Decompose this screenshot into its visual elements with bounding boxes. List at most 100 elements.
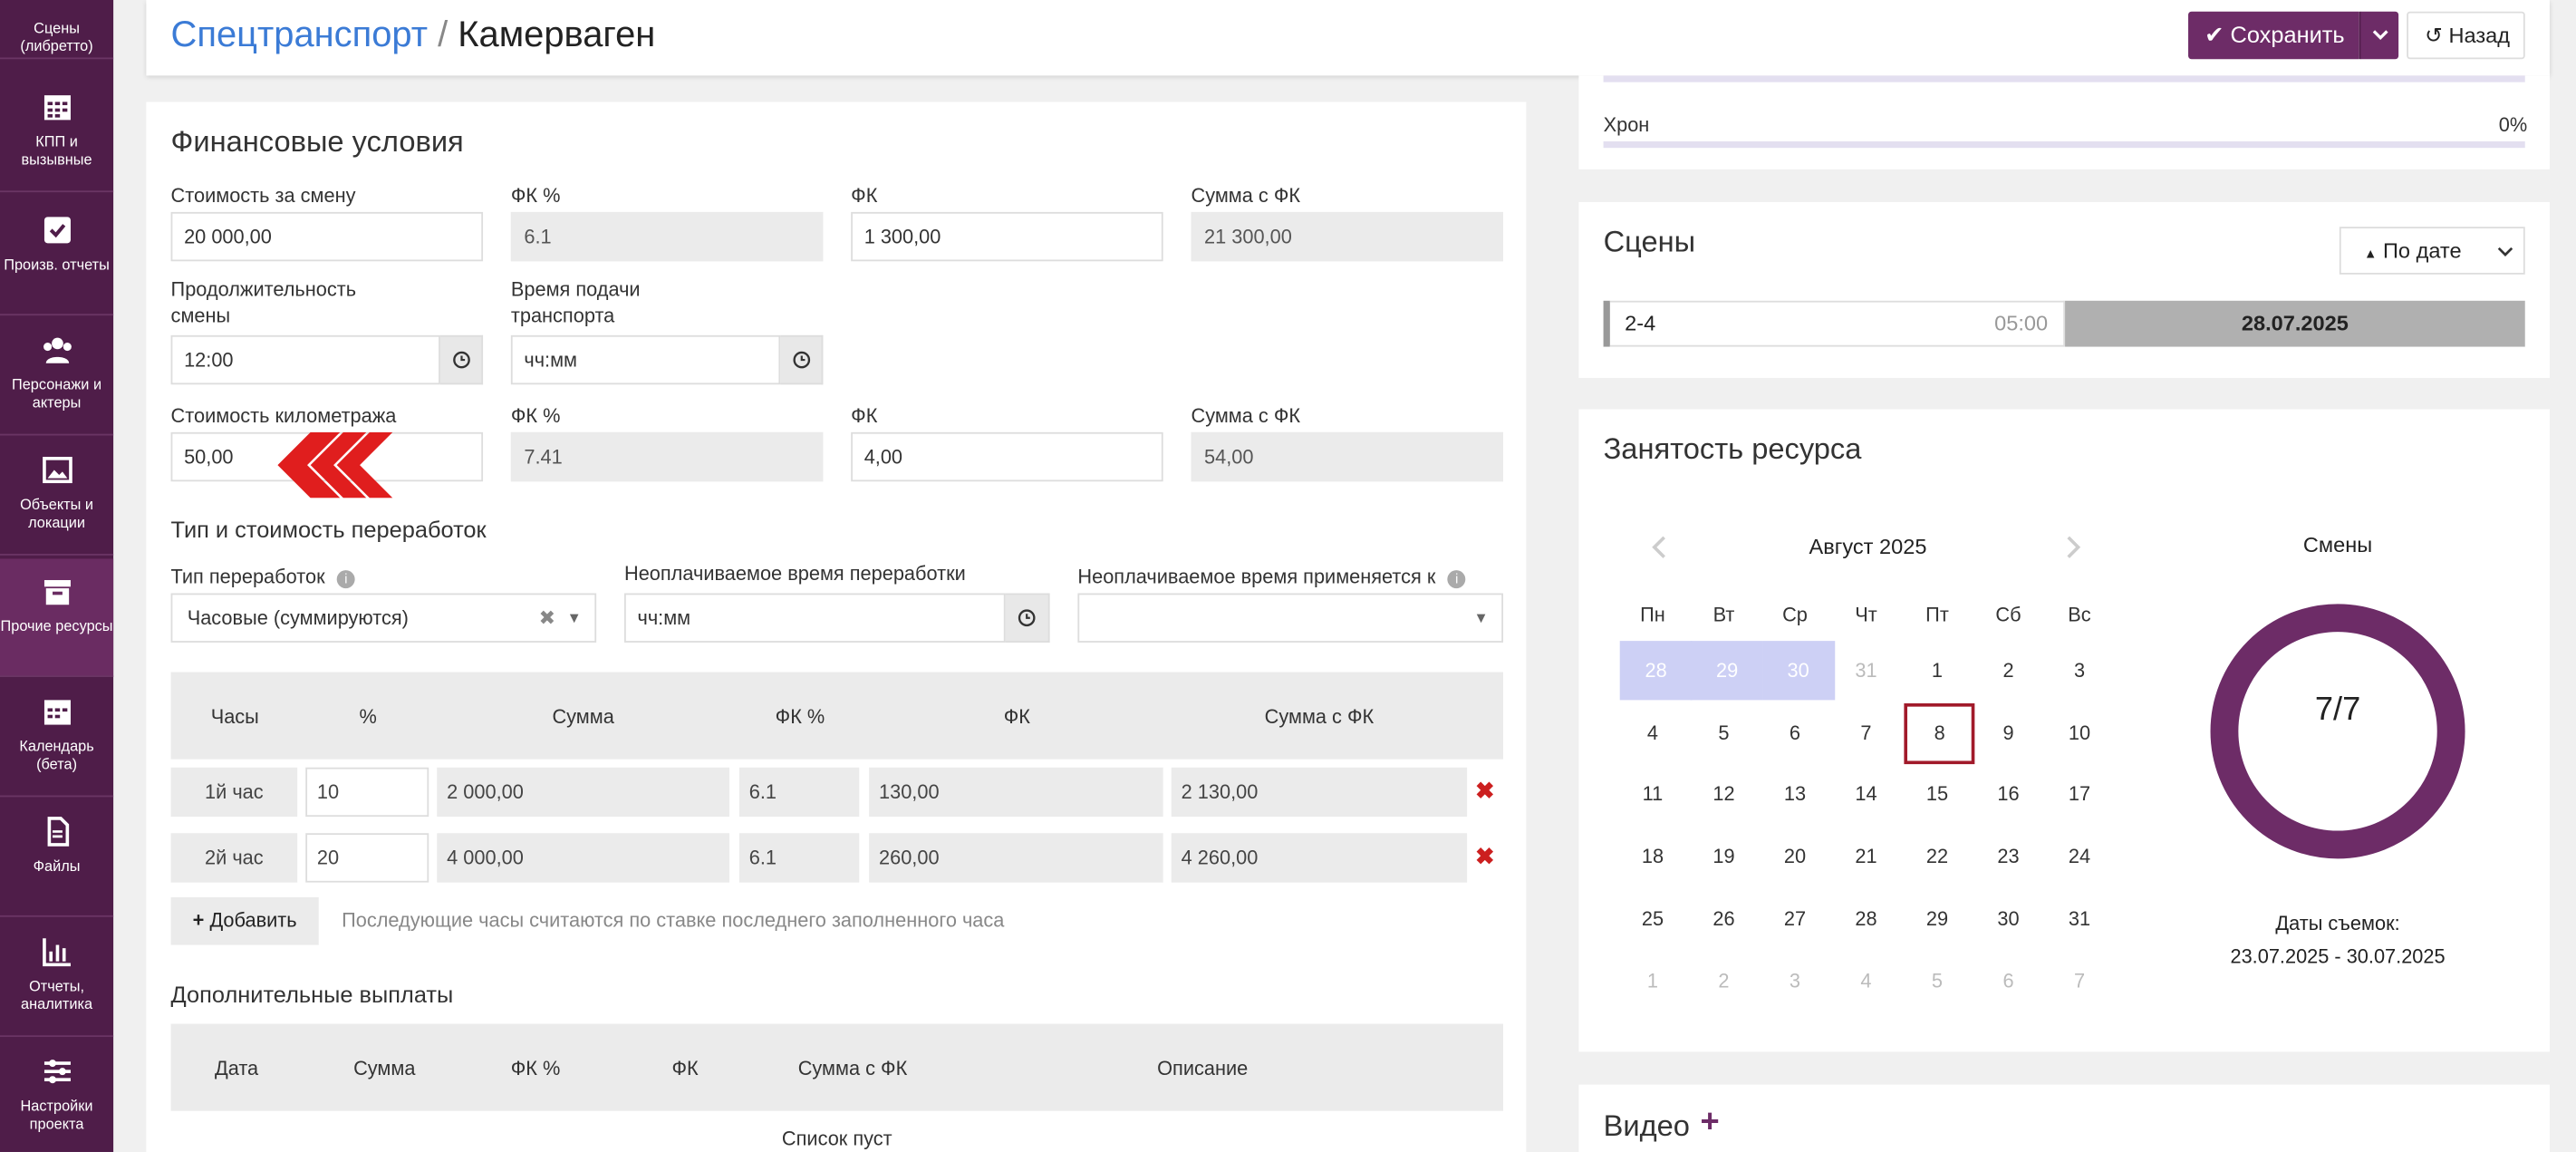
- sidebar-item-kpp[interactable]: КПП и вызывные: [0, 74, 114, 193]
- sidebar-item-settings[interactable]: Настройки проекта: [0, 1039, 113, 1152]
- breadcrumb-section-link[interactable]: Спецтранспорт: [171, 14, 428, 54]
- calendar-day[interactable]: 31: [2047, 889, 2113, 948]
- weekday-header: Вт: [1713, 603, 1735, 626]
- calendar-day[interactable]: 25: [1620, 889, 1686, 948]
- overtime-title: Тип и стоимость переработок: [170, 516, 487, 543]
- back-button[interactable]: ↺ Назад: [2407, 11, 2525, 60]
- calendar-day[interactable]: 16: [1975, 765, 2041, 824]
- sidebar-item-reports-prod[interactable]: Произв. отчеты: [0, 198, 114, 316]
- calendar-day[interactable]: 27: [1762, 889, 1828, 948]
- finance-title: Финансовые условия: [170, 124, 464, 159]
- calendar-day[interactable]: 3: [1762, 951, 1828, 1010]
- overtime-type-select[interactable]: Часовые (суммируются) ✖ ▼: [170, 593, 597, 643]
- fk-cell: 260,00: [869, 833, 1163, 883]
- save-button[interactable]: ✔ Сохранить: [2188, 11, 2359, 60]
- bar-chart-icon: [42, 938, 71, 967]
- sidebar-item-calendar[interactable]: Календарь (бета): [0, 679, 114, 798]
- calendar-day[interactable]: 15: [1905, 765, 1971, 824]
- calendar-day[interactable]: 28: [1619, 641, 1693, 701]
- calendar-day[interactable]: 30: [1761, 641, 1835, 701]
- clock-icon[interactable]: [780, 334, 824, 385]
- calendar-day[interactable]: 21: [1833, 827, 1899, 886]
- sum-with-fk-field: 54,00: [1191, 431, 1503, 482]
- calendar-day[interactable]: 13: [1762, 765, 1828, 824]
- calendar-day[interactable]: 5: [1691, 702, 1757, 761]
- calendar-day[interactable]: 14: [1833, 765, 1899, 824]
- sidebar-item-characters[interactable]: Персонажи и актеры: [0, 317, 114, 436]
- delivery-time-input[interactable]: чч:мм: [510, 334, 781, 385]
- fk-input[interactable]: 4,00: [851, 431, 1163, 482]
- next-month-icon[interactable]: [2065, 536, 2081, 558]
- calendar-day[interactable]: 5: [1905, 951, 1971, 1010]
- calendar-day[interactable]: 28: [1833, 889, 1899, 948]
- calendar-day[interactable]: 22: [1905, 827, 1971, 886]
- save-options-dropdown[interactable]: [2359, 11, 2399, 60]
- scene-date: 28.07.2025: [2065, 300, 2525, 347]
- sidebar-item-other-resources[interactable]: Прочие ресурсы: [0, 558, 114, 677]
- shift-duration-input[interactable]: 12:00: [170, 334, 440, 385]
- calendar-day[interactable]: 30: [1975, 889, 2041, 948]
- calendar-day[interactable]: 2: [1975, 641, 2041, 700]
- calendar-day[interactable]: 1: [1905, 641, 1971, 700]
- fk-input[interactable]: 1 300,00: [851, 211, 1163, 262]
- fk-cell: 130,00: [869, 767, 1163, 818]
- clear-icon[interactable]: ✖: [539, 595, 555, 641]
- calendar-day[interactable]: 1: [1620, 951, 1686, 1010]
- column-header: ФК %: [510, 1056, 561, 1080]
- sidebar-item-files[interactable]: Файлы: [0, 799, 114, 917]
- add-video-icon[interactable]: +: [1701, 1104, 1720, 1142]
- calendar-day[interactable]: 20: [1762, 827, 1828, 886]
- prev-month-icon[interactable]: [1651, 536, 1667, 558]
- percent-input[interactable]: 10: [305, 767, 429, 818]
- calendar-day[interactable]: 29: [1691, 641, 1763, 701]
- delete-row-icon[interactable]: ✖: [1475, 778, 1494, 806]
- calendar-day[interactable]: 17: [2047, 765, 2113, 824]
- calendar-day[interactable]: 24: [2047, 827, 2113, 886]
- calendar-day[interactable]: 31: [1833, 641, 1899, 700]
- shooting-dates-label: Даты съемок:: [2275, 912, 2400, 935]
- scenes-panel: Сцены ▲ По дате 2-4 05:00 28.07.2025: [1578, 202, 2550, 379]
- scene-row[interactable]: 2-4 05:00 28.07.2025: [1603, 300, 2525, 347]
- sidebar-item-scenes[interactable]: Сцены (либретто): [0, 0, 114, 60]
- clock-icon[interactable]: [1005, 593, 1050, 643]
- calendar-day[interactable]: 7: [1833, 702, 1899, 761]
- percent-input[interactable]: 20: [305, 833, 429, 883]
- sidebar-item-label: Объекты и локации: [20, 496, 94, 531]
- calendar-day[interactable]: 7: [2047, 951, 2113, 1010]
- sort-dropdown[interactable]: ▲ По дате: [2339, 227, 2525, 275]
- unpaid-overtime-input[interactable]: чч:мм: [623, 593, 1006, 643]
- calendar-day[interactable]: 26: [1691, 889, 1757, 948]
- file-icon: [46, 817, 69, 847]
- calendar-day[interactable]: 3: [2047, 641, 2113, 700]
- calendar-today[interactable]: 8: [1904, 702, 1975, 764]
- calendar-day[interactable]: 18: [1620, 827, 1686, 886]
- calendar-day[interactable]: 23: [1975, 827, 2041, 886]
- column-header: Сумма с ФК: [1264, 704, 1375, 729]
- column-header: ФК: [671, 1056, 699, 1080]
- overtime-type-label: Тип переработок i: [171, 564, 355, 590]
- calendar-day[interactable]: 29: [1905, 889, 1971, 948]
- sidebar-item-label: Файлы: [33, 857, 81, 875]
- chevron-down-icon: [2372, 30, 2388, 41]
- cost-per-shift-input[interactable]: 20 000,00: [170, 211, 484, 262]
- calendar-day[interactable]: 4: [1833, 951, 1899, 1010]
- fk-percent-cell: 6.1: [738, 767, 860, 818]
- calendar-day[interactable]: 19: [1691, 827, 1757, 886]
- unpaid-applies-select[interactable]: ▼: [1077, 593, 1503, 643]
- calendar-day[interactable]: 4: [1620, 702, 1686, 761]
- sidebar-item-analytics[interactable]: Отчеты, аналитика: [0, 919, 114, 1038]
- calendar-day[interactable]: 2: [1691, 951, 1757, 1010]
- clock-icon[interactable]: [439, 334, 484, 385]
- weekday-header: Вс: [2068, 603, 2091, 626]
- calendar-day[interactable]: 9: [1975, 702, 2041, 761]
- calendar-day[interactable]: 10: [2047, 702, 2113, 761]
- calendar-day[interactable]: 6: [1762, 702, 1828, 761]
- delete-row-icon[interactable]: ✖: [1475, 843, 1494, 871]
- calendar-day[interactable]: 11: [1620, 765, 1686, 824]
- calendar-day[interactable]: 6: [1975, 951, 2041, 1010]
- add-hour-button[interactable]: + Добавить: [170, 896, 319, 945]
- sidebar-item-locations[interactable]: Объекты и локации: [0, 437, 114, 556]
- sidebar-item-label: КПП и вызывные: [21, 132, 92, 168]
- sidebar-item-label: Настройки проекта: [20, 1098, 93, 1133]
- calendar-day[interactable]: 12: [1691, 765, 1757, 824]
